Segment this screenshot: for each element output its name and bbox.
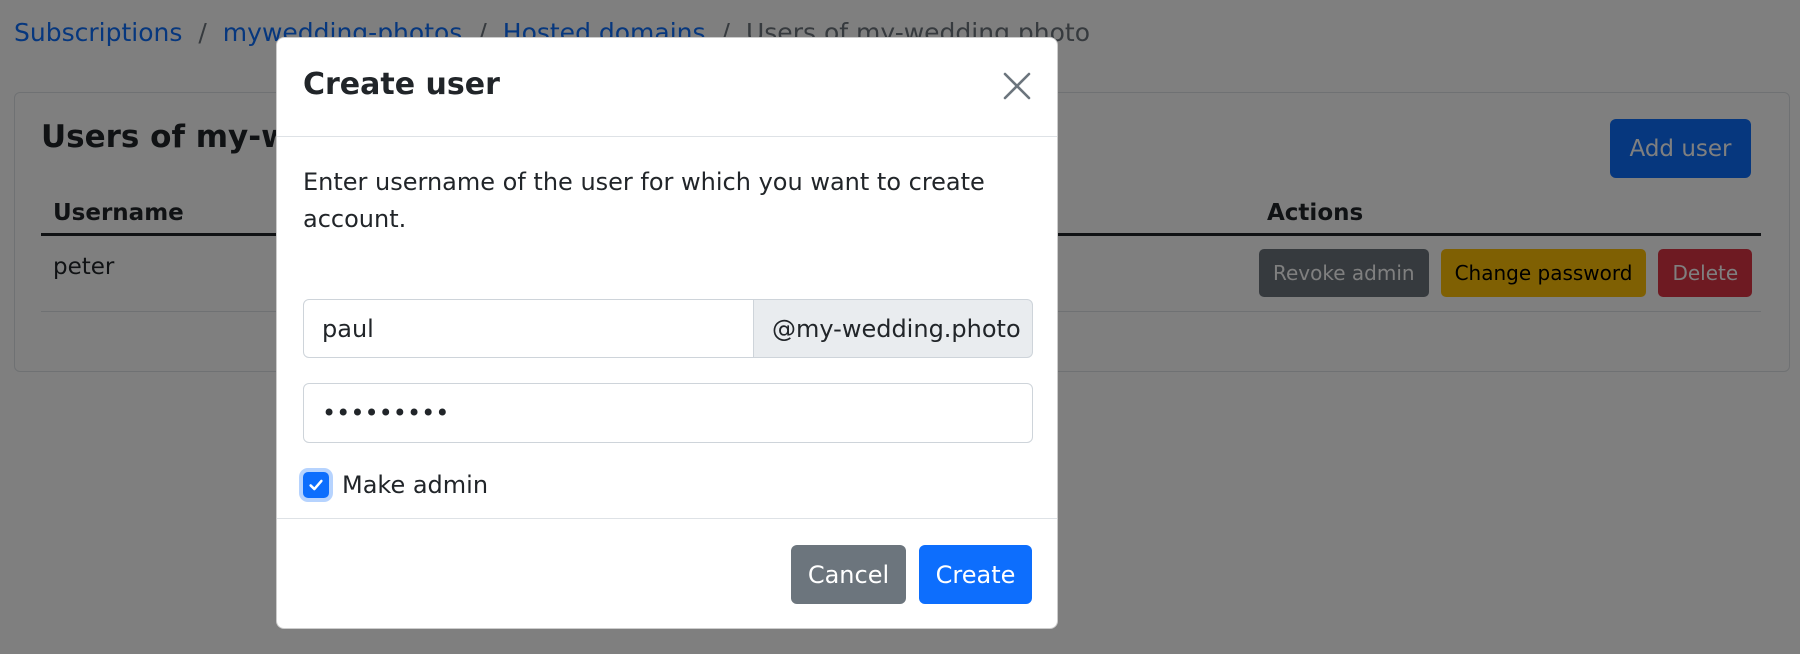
make-admin-row: Make admin (303, 471, 488, 499)
create-user-modal: Create user Enter username of the user f… (276, 37, 1058, 629)
close-icon (1003, 72, 1031, 100)
modal-title: Create user (303, 67, 500, 102)
make-admin-checkbox[interactable] (303, 472, 329, 498)
password-input[interactable] (303, 383, 1033, 443)
modal-header: Create user (277, 38, 1057, 137)
modal-description: Enter username of the user for which you… (303, 168, 985, 233)
checkmark-icon (309, 479, 323, 491)
page: Subscriptions / mywedding-photos / Hoste… (0, 0, 1800, 654)
cancel-button[interactable]: Cancel (791, 545, 906, 604)
modal-footer: Cancel Create (277, 518, 1057, 630)
username-input[interactable] (303, 299, 754, 358)
close-button[interactable] (999, 68, 1035, 104)
username-input-group: @my-wedding.photo (303, 299, 1033, 358)
make-admin-label[interactable]: Make admin (342, 471, 488, 499)
domain-suffix: @my-wedding.photo (754, 299, 1033, 358)
modal-body: Enter username of the user for which you… (303, 164, 1033, 499)
create-button[interactable]: Create (919, 545, 1032, 604)
